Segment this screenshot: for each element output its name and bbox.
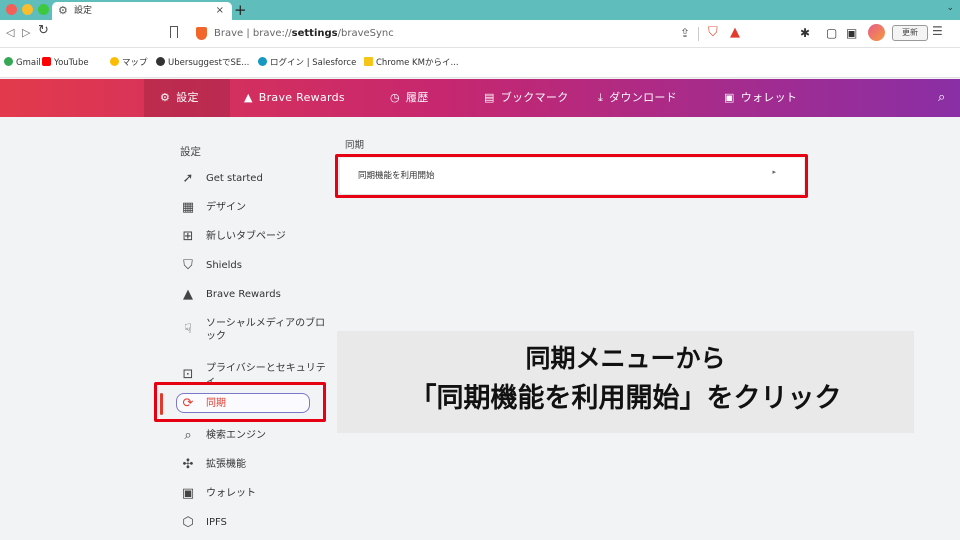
bookmark-page-icon[interactable] — [170, 26, 178, 38]
bookmark-salesforce[interactable]: ログイン | Salesforce — [258, 57, 356, 69]
forward-button[interactable]: ▷ — [22, 26, 30, 40]
bookmark-youtube[interactable]: YouTube — [42, 57, 89, 69]
tab-close-button[interactable]: × — [216, 4, 224, 17]
section-title: 同期 — [345, 140, 365, 151]
appearance-icon: ▦ — [181, 200, 195, 215]
instruction-line-1: 同期メニューから — [525, 344, 726, 373]
puzzle-icon: ✣ — [182, 457, 194, 472]
search-icon: ⌕ — [184, 428, 192, 443]
brave-shields-button[interactable]: ⛉ — [708, 25, 718, 40]
update-button[interactable]: 更新 — [892, 25, 928, 41]
wallet-icon: ▣ — [181, 486, 195, 501]
map-pin-icon — [110, 57, 119, 66]
divider — [698, 27, 699, 41]
address-bar[interactable]: Brave | brave://settings/braveSync ⇪ ⛉ ▲ — [186, 23, 762, 45]
rewards-triangle-icon: ▲ — [244, 91, 253, 104]
rewards-triangle-icon: ▲ — [183, 287, 193, 302]
new-tab-icon: ⊞ — [182, 229, 194, 244]
thumb-down-icon: ☟ — [184, 322, 192, 337]
active-tab[interactable]: ⚙ 設定 × — [52, 2, 232, 20]
bookmarks-bar: Gmail YouTube マップ UbersuggestでSE... ログイン… — [0, 48, 960, 78]
highlight-box-sync-nav — [154, 382, 326, 422]
history-icon: ◷ — [390, 91, 400, 104]
header-nav-rewards[interactable]: ▲ Brave Rewards — [244, 79, 345, 117]
highlight-box-sync-button — [335, 154, 808, 198]
maximize-window-button[interactable] — [38, 4, 49, 15]
back-button[interactable]: ◁ — [6, 26, 14, 40]
profile-avatar[interactable] — [868, 24, 885, 41]
reload-button[interactable]: ↻ — [38, 24, 49, 38]
bookmark-ubersuggest[interactable]: UbersuggestでSE... — [156, 57, 249, 69]
sidebar-toggle-icon[interactable]: ▢ — [826, 24, 837, 42]
header-nav-history[interactable]: ◷ 履歴 — [390, 79, 429, 117]
bookmark-chrome-km[interactable]: Chrome KMからイ... — [364, 57, 459, 69]
share-icon[interactable]: ⇪ — [680, 26, 690, 40]
download-icon: ⤓ — [598, 91, 604, 104]
minimize-window-button[interactable] — [22, 4, 33, 15]
header-nav-settings[interactable]: ⚙ 設定 — [160, 79, 199, 117]
extensions-icon[interactable]: ✱ — [800, 24, 810, 42]
header-nav-downloads[interactable]: ⤓ ダウンロード — [598, 79, 677, 117]
rocket-icon: ➚ — [182, 171, 194, 186]
bookmark-gmail[interactable]: Gmail — [4, 57, 41, 69]
settings-header-bar: ⚙ 設定 ▲ Brave Rewards ◷ 履歴 ▤ ブックマーク ⤓ ダウンロード ▣… — [0, 79, 960, 117]
sidebar-title: 設定 — [180, 146, 201, 158]
lock-icon: ⊡ — [182, 367, 194, 382]
header-nav-wallet[interactable]: ▣ ウォレット — [724, 79, 797, 117]
tab-strip: ⚙ 設定 × + ⌄ — [0, 0, 960, 20]
wallet-icon[interactable]: ▣ — [846, 24, 857, 42]
bookmark-maps[interactable]: マップ — [110, 57, 148, 69]
instruction-line-2: 「同期機能を利用開始」をクリック — [409, 383, 842, 414]
ubersuggest-icon — [156, 57, 165, 66]
folder-icon — [364, 57, 373, 66]
new-tab-button[interactable]: + — [234, 0, 247, 20]
instruction-callout: 同期メニューから 「同期機能を利用開始」をクリック — [337, 331, 914, 433]
browser-toolbar: ◁ ▷ ↻ Brave | brave://settings/braveSync… — [0, 20, 960, 48]
shield-check-icon: ⛉ — [183, 258, 193, 273]
gear-icon: ⚙ — [58, 4, 68, 17]
salesforce-icon — [258, 57, 267, 66]
header-nav-bookmarks[interactable]: ▤ ブックマーク — [484, 79, 569, 117]
brave-rewards-button[interactable]: ▲ — [730, 25, 740, 40]
tab-title: 設定 — [74, 6, 93, 16]
close-window-button[interactable] — [6, 4, 17, 15]
ipfs-icon: ⬡ — [182, 515, 194, 530]
menu-icon[interactable]: ☰ — [932, 24, 943, 38]
bookmark-icon: ▤ — [484, 91, 495, 104]
url-text: Brave | brave://settings/braveSync — [214, 28, 394, 39]
chevron-down-icon[interactable]: ⌄ — [946, 3, 954, 13]
youtube-icon — [42, 57, 51, 66]
brave-logo-icon — [196, 27, 207, 40]
gear-icon: ⚙ — [160, 91, 171, 104]
search-icon[interactable]: ⌕ — [938, 90, 945, 105]
gmail-icon — [4, 57, 13, 66]
wallet-icon: ▣ — [724, 91, 735, 104]
